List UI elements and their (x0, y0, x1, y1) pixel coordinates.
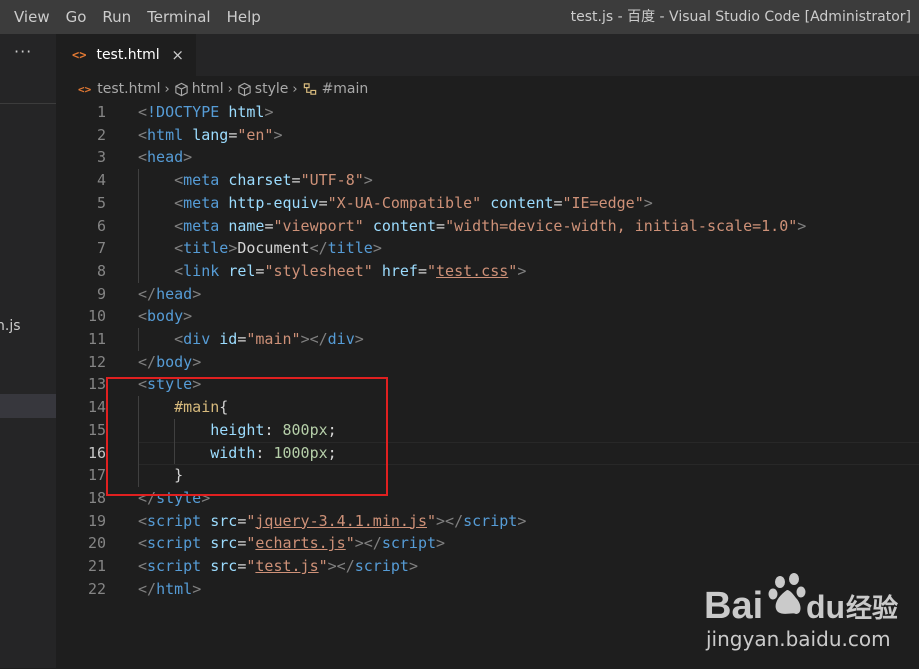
chevron-right-icon: › (164, 81, 170, 97)
line-number: 12 (87, 352, 106, 371)
line-number: 4 (96, 171, 106, 190)
code-line[interactable]: 19 <script src="jquery-3.4.1.min.js"></sc… (56, 510, 919, 533)
line-number: 22 (87, 579, 106, 598)
code-text: </html> (138, 579, 202, 598)
code-text: <title>Document</title> (174, 239, 382, 258)
line-number: 20 (87, 534, 106, 553)
line-number: 10 (87, 307, 106, 326)
menu-view[interactable]: View (0, 0, 58, 34)
title-bar: View Go Run Terminal Help test.js - 百度 -… (0, 0, 919, 34)
tab-test-html[interactable]: <> test.html × (56, 34, 196, 76)
code-text: <html lang="en"> (138, 125, 283, 144)
watermark-brand-right: du (806, 589, 845, 625)
code-line[interactable]: 11 <div id="main"></div> (56, 328, 919, 351)
code-line[interactable]: 9 </head> (56, 283, 919, 306)
line-number: 14 (87, 398, 106, 417)
breadcrumb-style[interactable]: style (237, 81, 289, 97)
tab-label: test.html (96, 47, 160, 63)
html-file-icon: <> (78, 82, 92, 96)
cube-icon (174, 82, 189, 97)
code-text: <script src="test.js"></script> (138, 557, 418, 575)
sidebar-divider (0, 103, 56, 104)
code-line[interactable]: 2 <html lang="en"> (56, 124, 919, 147)
breadcrumb-html[interactable]: html (174, 81, 224, 97)
line-number: 19 (87, 511, 106, 530)
line-number: 1 (96, 103, 106, 121)
code-line[interactable]: 12 </body> (56, 351, 919, 374)
sidebar-selected-item[interactable] (0, 394, 56, 418)
code-line[interactable]: 1 <!DOCTYPE html> (56, 101, 919, 124)
code-line[interactable]: 10 <body> (56, 305, 919, 328)
menu-go[interactable]: Go (58, 0, 95, 34)
code-text: <script src="echarts.js"></script> (138, 534, 446, 553)
chevron-right-icon: › (292, 81, 298, 97)
code-line[interactable]: 20 <script src="echarts.js"></script> (56, 532, 919, 555)
line-number: 8 (96, 261, 106, 280)
baidu-logo: Bai du 经验 jingyan.baidu.com (704, 573, 898, 651)
code-text: <link rel="stylesheet" href="test.css"> (174, 261, 527, 280)
menu-run[interactable]: Run (94, 0, 139, 34)
line-number: 16 (87, 443, 106, 462)
line-number: 7 (96, 239, 106, 258)
code-text: <script src="jquery-3.4.1.min.js"></scri… (138, 511, 527, 530)
more-actions-icon[interactable]: ··· (14, 42, 32, 61)
code-text: <div id="main"></div> (174, 330, 364, 348)
code-text: <!DOCTYPE html> (138, 103, 274, 121)
code-text: <meta charset="UTF-8"> (174, 171, 373, 190)
line-number: 2 (96, 125, 106, 144)
watermark-brand-left: Bai (704, 585, 763, 627)
line-number: 3 (96, 148, 106, 167)
watermark-url: jingyan.baidu.com (705, 627, 891, 651)
breadcrumb-file[interactable]: <> test.html (56, 81, 160, 97)
window-title: test.js - 百度 - Visual Studio Code [Admin… (570, 9, 911, 25)
menu-help[interactable]: Help (219, 0, 269, 34)
code-line[interactable]: 8 <link rel="stylesheet" href="test.css"… (56, 260, 919, 283)
highlight-box (106, 377, 388, 496)
code-line[interactable]: 5 <meta http-equiv="X-UA-Compatible" con… (56, 192, 919, 215)
code-line[interactable]: 7 <title>Document</title> (56, 237, 919, 260)
code-text: <meta name="viewport" content="width=dev… (174, 216, 807, 235)
line-number: 5 (96, 193, 106, 212)
code-line[interactable]: 4 <meta charset="UTF-8"> (56, 169, 919, 192)
menu-terminal[interactable]: Terminal (139, 0, 218, 34)
breadcrumb-main-label: #main (321, 81, 369, 97)
baidu-watermark: Bai du 经验 jingyan.baidu.com (700, 570, 910, 665)
breadcrumb-file-label: test.html (97, 81, 161, 97)
explorer-sidebar: ··· n.js (0, 34, 56, 668)
breadcrumb-style-label: style (254, 81, 289, 97)
symbol-selector-icon (302, 82, 318, 97)
menu-bar: View Go Run Terminal Help (0, 0, 269, 34)
breadcrumb-html-label: html (191, 81, 224, 97)
tab-bar: <> test.html × (56, 34, 919, 76)
line-number: 15 (87, 420, 106, 439)
code-line[interactable]: 3 <head> (56, 146, 919, 169)
line-number: 18 (87, 488, 106, 507)
breadcrumb: <> test.html › html › style › #main (56, 76, 919, 102)
sidebar-file-item[interactable]: n.js (0, 318, 21, 334)
code-line[interactable]: 6 <meta name="viewport" content="width=d… (56, 215, 919, 238)
line-number: 11 (87, 330, 106, 348)
cube-icon (237, 82, 252, 97)
line-number: 17 (87, 466, 106, 485)
code-text: </head> (138, 284, 202, 303)
line-number: 21 (87, 557, 106, 575)
line-number: 13 (87, 375, 106, 394)
watermark-brand-cn: 经验 (846, 593, 898, 624)
line-number: 6 (96, 216, 106, 235)
code-text: </body> (138, 352, 202, 371)
code-text: <meta http-equiv="X-UA-Compatible" conte… (174, 193, 653, 212)
html-file-icon: <> (72, 48, 87, 62)
close-icon[interactable]: × (171, 46, 184, 64)
breadcrumb-main[interactable]: #main (302, 81, 369, 97)
chevron-right-icon: › (227, 81, 233, 97)
code-text: <head> (138, 148, 193, 167)
line-number: 9 (96, 284, 106, 303)
code-text: <body> (138, 307, 193, 326)
